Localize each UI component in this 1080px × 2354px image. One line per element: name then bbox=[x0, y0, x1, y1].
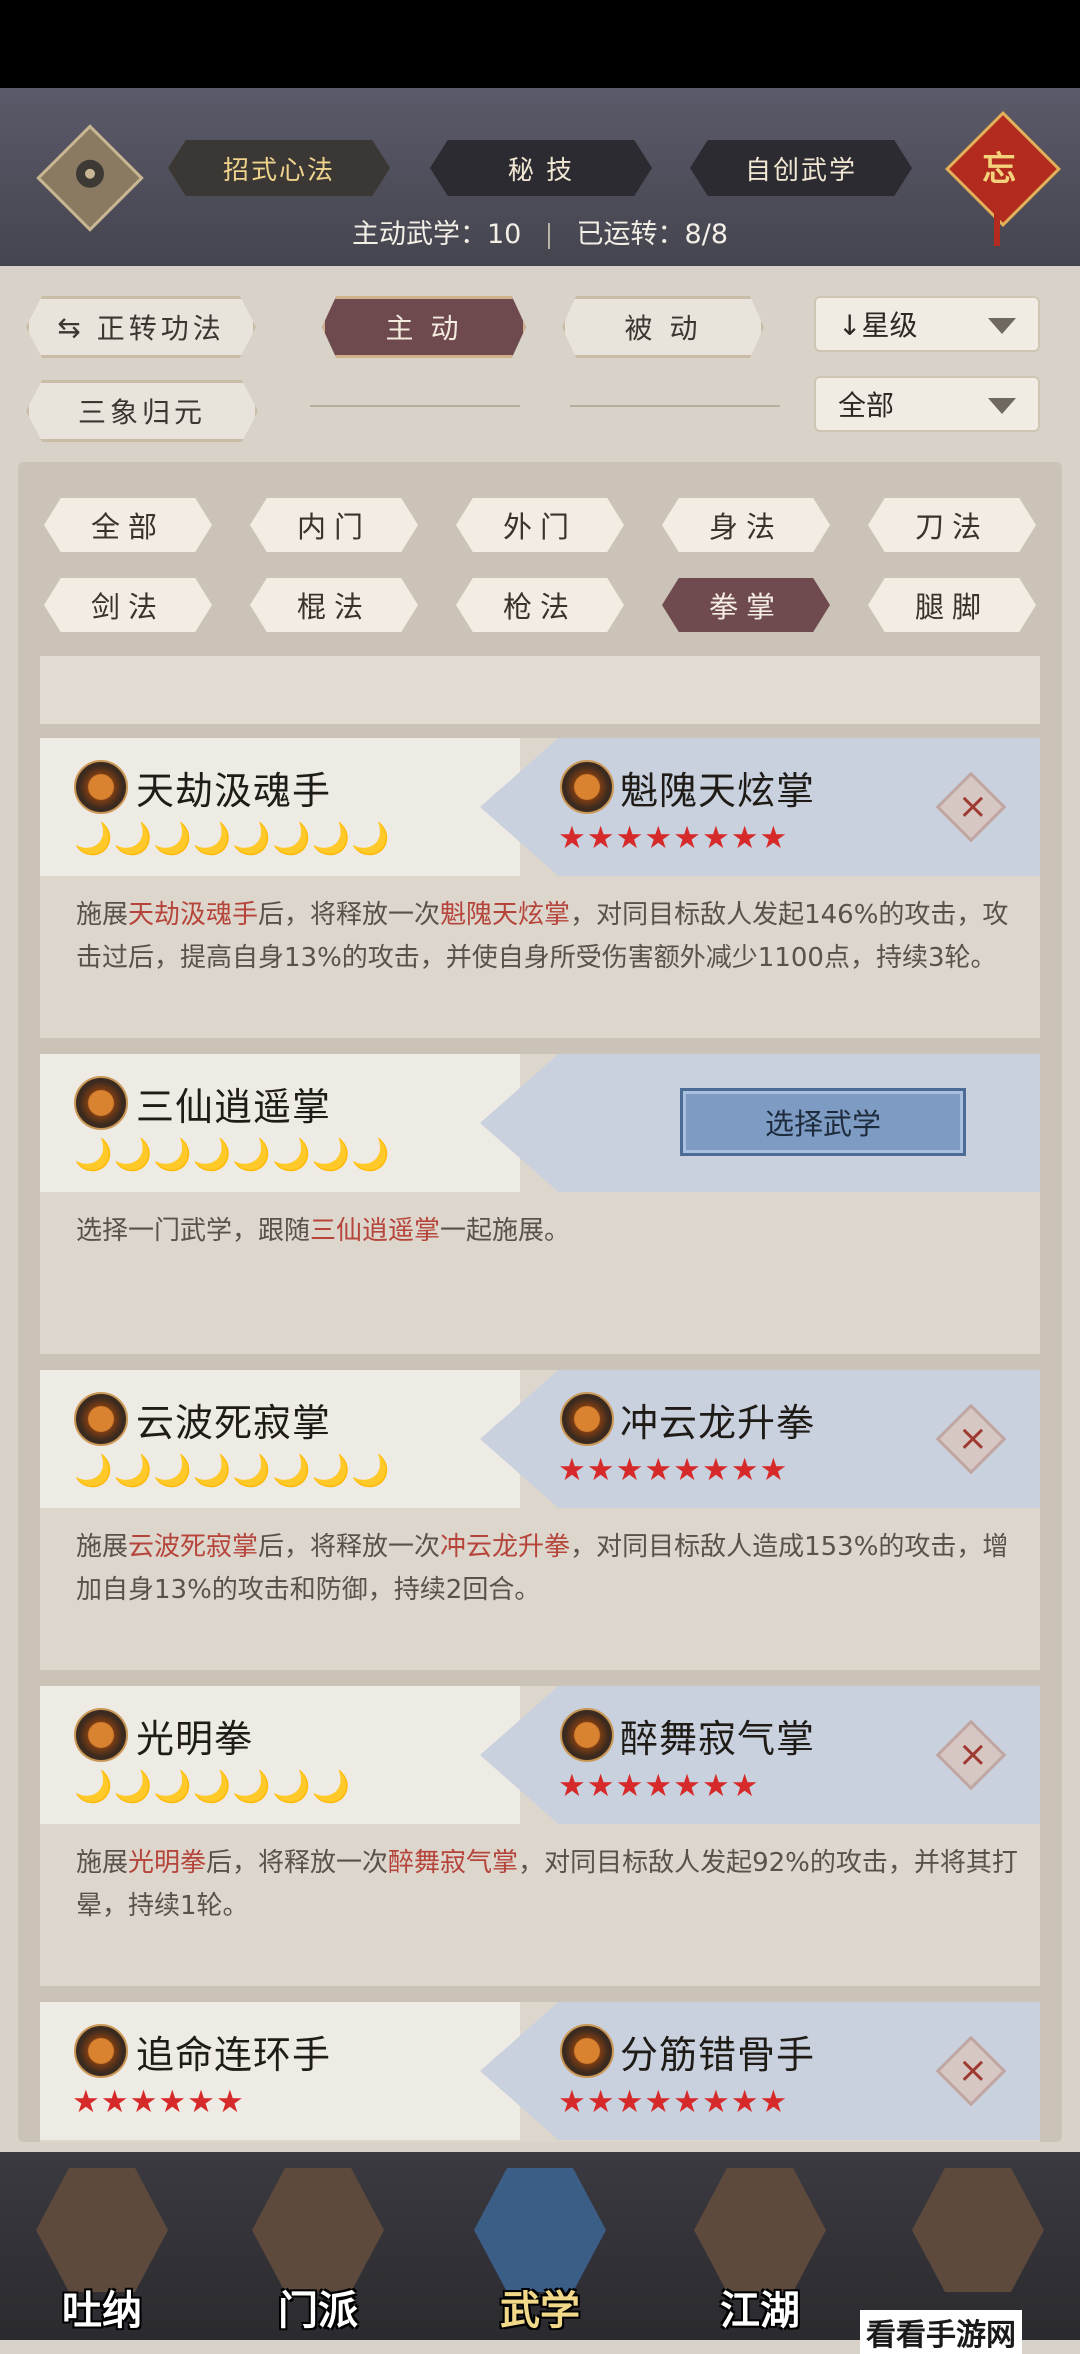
close-icon: × bbox=[957, 786, 988, 828]
linked-skill-name[interactable]: 冲云龙升拳 bbox=[620, 1392, 815, 1447]
watermark: 看看手游网 bbox=[860, 2310, 1022, 2354]
skill-description: 施展光明拳后，将释放一次醉舞寂气掌，对同目标敌人发起92%的攻击，并将其打晕，持… bbox=[76, 1848, 1018, 1921]
fist-skill-icon bbox=[74, 1392, 128, 1446]
tab-self-created[interactable]: 自创武学 bbox=[690, 140, 912, 196]
star-rating: ★★★★★★ bbox=[72, 2084, 245, 2120]
select-skill-button[interactable]: 选择武学 bbox=[680, 1088, 966, 1156]
monk-icon bbox=[36, 2168, 168, 2292]
close-icon: × bbox=[957, 1418, 988, 1460]
switch-technique-button[interactable]: ⇆ 正转功法 bbox=[26, 296, 256, 358]
fist-skill-icon bbox=[74, 1076, 128, 1130]
primary-skill-name: 云波死寂掌 bbox=[136, 1401, 332, 1445]
star-rating: ★★★★★★★ bbox=[558, 1768, 760, 1804]
chip-sword[interactable]: 剑法 bbox=[44, 578, 212, 632]
operated-count: 已运转：8/8 bbox=[576, 219, 728, 250]
skill-description: 选择一门武学，跟随三仙逍遥掌一起施展。 bbox=[76, 1216, 571, 1246]
primary-skill-name: 光明拳 bbox=[136, 1717, 254, 1761]
fist-skill-icon bbox=[74, 2024, 128, 2078]
chevron-down-icon bbox=[988, 318, 1016, 334]
fist-skill-icon bbox=[560, 2024, 614, 2078]
chevron-down-icon bbox=[988, 398, 1016, 414]
active-count: 主动武学：10 bbox=[352, 219, 522, 250]
moon-rating: 🌙🌙🌙🌙🌙🌙🌙🌙 bbox=[74, 1137, 391, 1173]
status-bar bbox=[0, 0, 1080, 88]
chip-all[interactable]: 全部 bbox=[44, 498, 212, 552]
nav-martial-arts[interactable]: 武学 bbox=[470, 2168, 610, 2334]
nav-mount[interactable] bbox=[908, 2168, 1048, 2328]
chip-leg[interactable]: 腿脚 bbox=[868, 578, 1036, 632]
skill-combo-card: 三仙逍遥掌 🌙🌙🌙🌙🌙🌙🌙🌙 选择武学 选择一门武学，跟随三仙逍遥掌一起施展。 bbox=[40, 1054, 1040, 1354]
chip-outer[interactable]: 外门 bbox=[456, 498, 624, 552]
fist-skill-icon bbox=[560, 760, 614, 814]
divider bbox=[570, 405, 780, 407]
nav-jianghu[interactable]: 江湖 bbox=[690, 2168, 830, 2334]
moon-rating: 🌙🌙🌙🌙🌙🌙🌙 bbox=[74, 1769, 352, 1805]
tab-secret-skill[interactable]: 秘 技 bbox=[430, 140, 652, 196]
fist-skill-icon bbox=[74, 1708, 128, 1762]
sort-select[interactable]: ↓星级 bbox=[814, 296, 1040, 352]
nav-breathing[interactable]: 吐纳 bbox=[32, 2168, 172, 2334]
linked-skill-name[interactable]: 醉舞寂气掌 bbox=[620, 1708, 815, 1763]
book-icon bbox=[474, 2168, 606, 2292]
chip-spear[interactable]: 枪法 bbox=[456, 578, 624, 632]
primary-skill-name: 三仙逍遥掌 bbox=[136, 1085, 332, 1129]
star-rating: ★★★★★★★★ bbox=[558, 820, 789, 856]
skill-description: 施展云波死寂掌后，将释放一次冲云龙升拳，对同目标敌人造成153%的攻击，增加自身… bbox=[76, 1532, 1009, 1605]
nav-sect[interactable]: 门派 bbox=[248, 2168, 388, 2334]
swap-icon: ⇆ bbox=[57, 310, 85, 344]
divider bbox=[310, 405, 520, 407]
chip-movement[interactable]: 身法 bbox=[662, 498, 830, 552]
skill-combo-card: 天劫汲魂手 🌙🌙🌙🌙🌙🌙🌙🌙 魁隗天炫掌 ★★★★★★★★ × 施展天劫汲魂手后… bbox=[40, 738, 1040, 1038]
horse-icon bbox=[912, 2168, 1044, 2292]
skill-combo-card: 追命连环手 ★★★★★★ 分筋错骨手 ★★★★★★★★ × bbox=[40, 2002, 1040, 2142]
moon-rating: 🌙🌙🌙🌙🌙🌙🌙🌙 bbox=[74, 1453, 391, 1489]
fist-skill-icon bbox=[560, 1708, 614, 1762]
fist-skill-icon bbox=[560, 1392, 614, 1446]
moon-rating: 🌙🌙🌙🌙🌙🌙🌙🌙 bbox=[74, 821, 391, 857]
divider bbox=[547, 222, 550, 249]
passive-filter-button[interactable]: 被 动 bbox=[562, 296, 764, 358]
skill-counts: 主动武学：10 已运转：8/8 bbox=[0, 212, 1080, 251]
skill-combo-card: 云波死寂掌 🌙🌙🌙🌙🌙🌙🌙🌙 冲云龙升拳 ★★★★★★★★ × 施展云波死寂掌后… bbox=[40, 1370, 1040, 1670]
sanxiang-button[interactable]: 三象归元 bbox=[26, 380, 258, 442]
tab-moves-mind[interactable]: 招式心法 bbox=[168, 140, 390, 196]
empty-bar bbox=[40, 656, 1040, 724]
linked-skill-name[interactable]: 魁隗天炫掌 bbox=[620, 760, 815, 815]
active-filter-button[interactable]: 主 动 bbox=[322, 296, 526, 358]
fist-skill-icon bbox=[74, 760, 128, 814]
star-rating: ★★★★★★★★ bbox=[558, 2084, 789, 2120]
chip-blade[interactable]: 刀法 bbox=[868, 498, 1036, 552]
close-icon: × bbox=[957, 1734, 988, 1776]
close-icon: × bbox=[957, 2050, 988, 2092]
skill-description: 施展天劫汲魂手后，将释放一次魁隗天炫掌，对同目标敌人发起146%的攻击，攻击过后… bbox=[76, 900, 1009, 973]
primary-skill-name: 天劫汲魂手 bbox=[136, 769, 332, 813]
chip-fist-palm[interactable]: 拳掌 bbox=[662, 578, 830, 632]
category-select[interactable]: 全部 bbox=[814, 376, 1040, 432]
sect-banner-icon bbox=[252, 2168, 384, 2292]
straw-hat-icon bbox=[694, 2168, 826, 2292]
chip-staff[interactable]: 棍法 bbox=[250, 578, 418, 632]
chip-inner[interactable]: 内门 bbox=[250, 498, 418, 552]
primary-skill-name: 追命连环手 bbox=[136, 2033, 332, 2077]
skill-combo-card: 光明拳 🌙🌙🌙🌙🌙🌙🌙 醉舞寂气掌 ★★★★★★★ × 施展光明拳后，将释放一次… bbox=[40, 1686, 1040, 1986]
linked-skill-name[interactable]: 分筋错骨手 bbox=[620, 2024, 815, 2079]
star-rating: ★★★★★★★★ bbox=[558, 1452, 789, 1488]
